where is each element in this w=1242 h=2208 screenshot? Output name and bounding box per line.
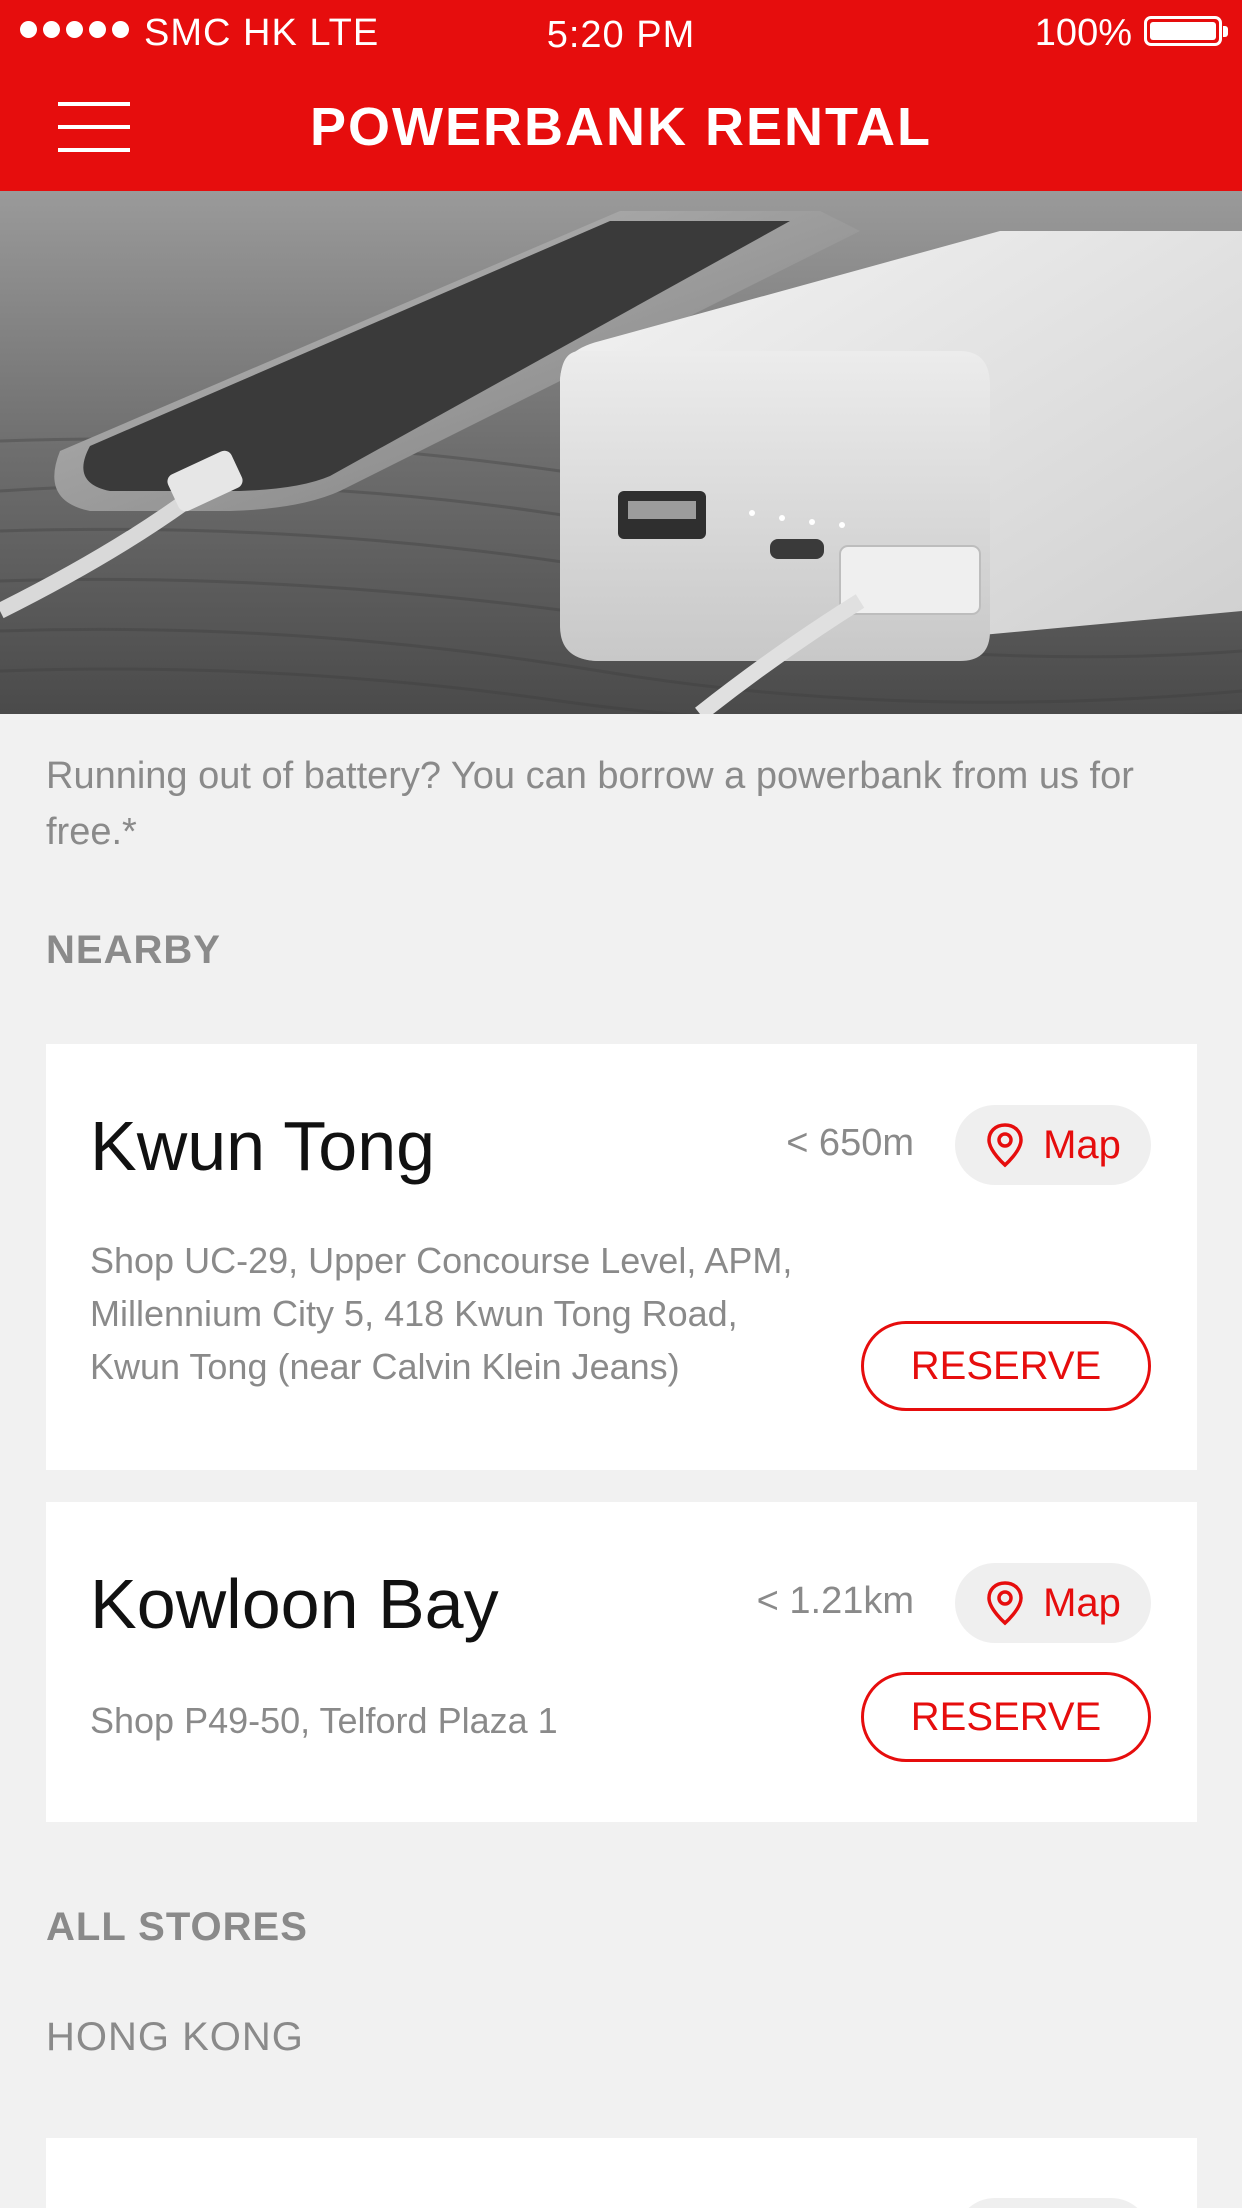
location-pin-icon bbox=[987, 1581, 1023, 1626]
all-stores-heading: ALL STORES bbox=[46, 1905, 308, 1949]
store-address-line: Shop P49-50, Telford Plaza 1 bbox=[90, 1700, 558, 1741]
map-button-label: Map bbox=[1043, 1122, 1121, 1167]
store-card: Kowloon Bay < 1.21km Map Shop P49-50, Te… bbox=[46, 1502, 1197, 1822]
map-button-label: Map bbox=[1043, 1580, 1121, 1625]
map-button[interactable]: Map bbox=[955, 1563, 1151, 1643]
reserve-button[interactable]: RESERVE bbox=[861, 1672, 1151, 1762]
nearby-heading: NEARBY bbox=[46, 928, 221, 972]
store-address: Shop UC-29, Upper Concourse Level, APM, … bbox=[90, 1234, 792, 1393]
battery-icon bbox=[1144, 16, 1228, 46]
powerbank-photo bbox=[0, 191, 1242, 714]
store-distance: < 650m bbox=[786, 1122, 914, 1164]
store-address-line: Kwun Tong (near Calvin Klein Jeans) bbox=[90, 1346, 680, 1387]
reserve-button[interactable]: RESERVE bbox=[861, 1321, 1151, 1411]
store-name: Kwun Tong bbox=[90, 1107, 436, 1185]
intro-text: Running out of battery? You can borrow a… bbox=[46, 755, 1134, 853]
store-name: Kowloon Bay bbox=[90, 1565, 499, 1643]
hero-image bbox=[0, 191, 1242, 714]
region-label-hong-kong: HONG KONG bbox=[46, 2015, 304, 2059]
status-bar: SMC HK LTE 5:20 PM 100% bbox=[0, 0, 1242, 70]
store-address-line: Shop UC-29, Upper Concourse Level, APM, bbox=[90, 1240, 793, 1281]
battery-percentage: 100% bbox=[1034, 12, 1132, 54]
store-address: Shop P49-50, Telford Plaza 1 bbox=[90, 1694, 558, 1747]
store-card bbox=[46, 2138, 1197, 2208]
location-pin-icon bbox=[987, 1123, 1023, 1168]
map-button[interactable]: Map bbox=[955, 1105, 1151, 1185]
app-header: SMC HK LTE 5:20 PM 100% POWERBANK RENTAL bbox=[0, 0, 1242, 191]
map-button[interactable] bbox=[955, 2198, 1151, 2208]
store-address-line: Millennium City 5, 418 Kwun Tong Road, bbox=[90, 1293, 738, 1334]
page-title: POWERBANK RENTAL bbox=[310, 97, 932, 157]
store-distance: < 1.21km bbox=[756, 1580, 914, 1622]
store-card: Kwun Tong < 650m Map Shop UC-29, Upper C… bbox=[46, 1044, 1197, 1470]
